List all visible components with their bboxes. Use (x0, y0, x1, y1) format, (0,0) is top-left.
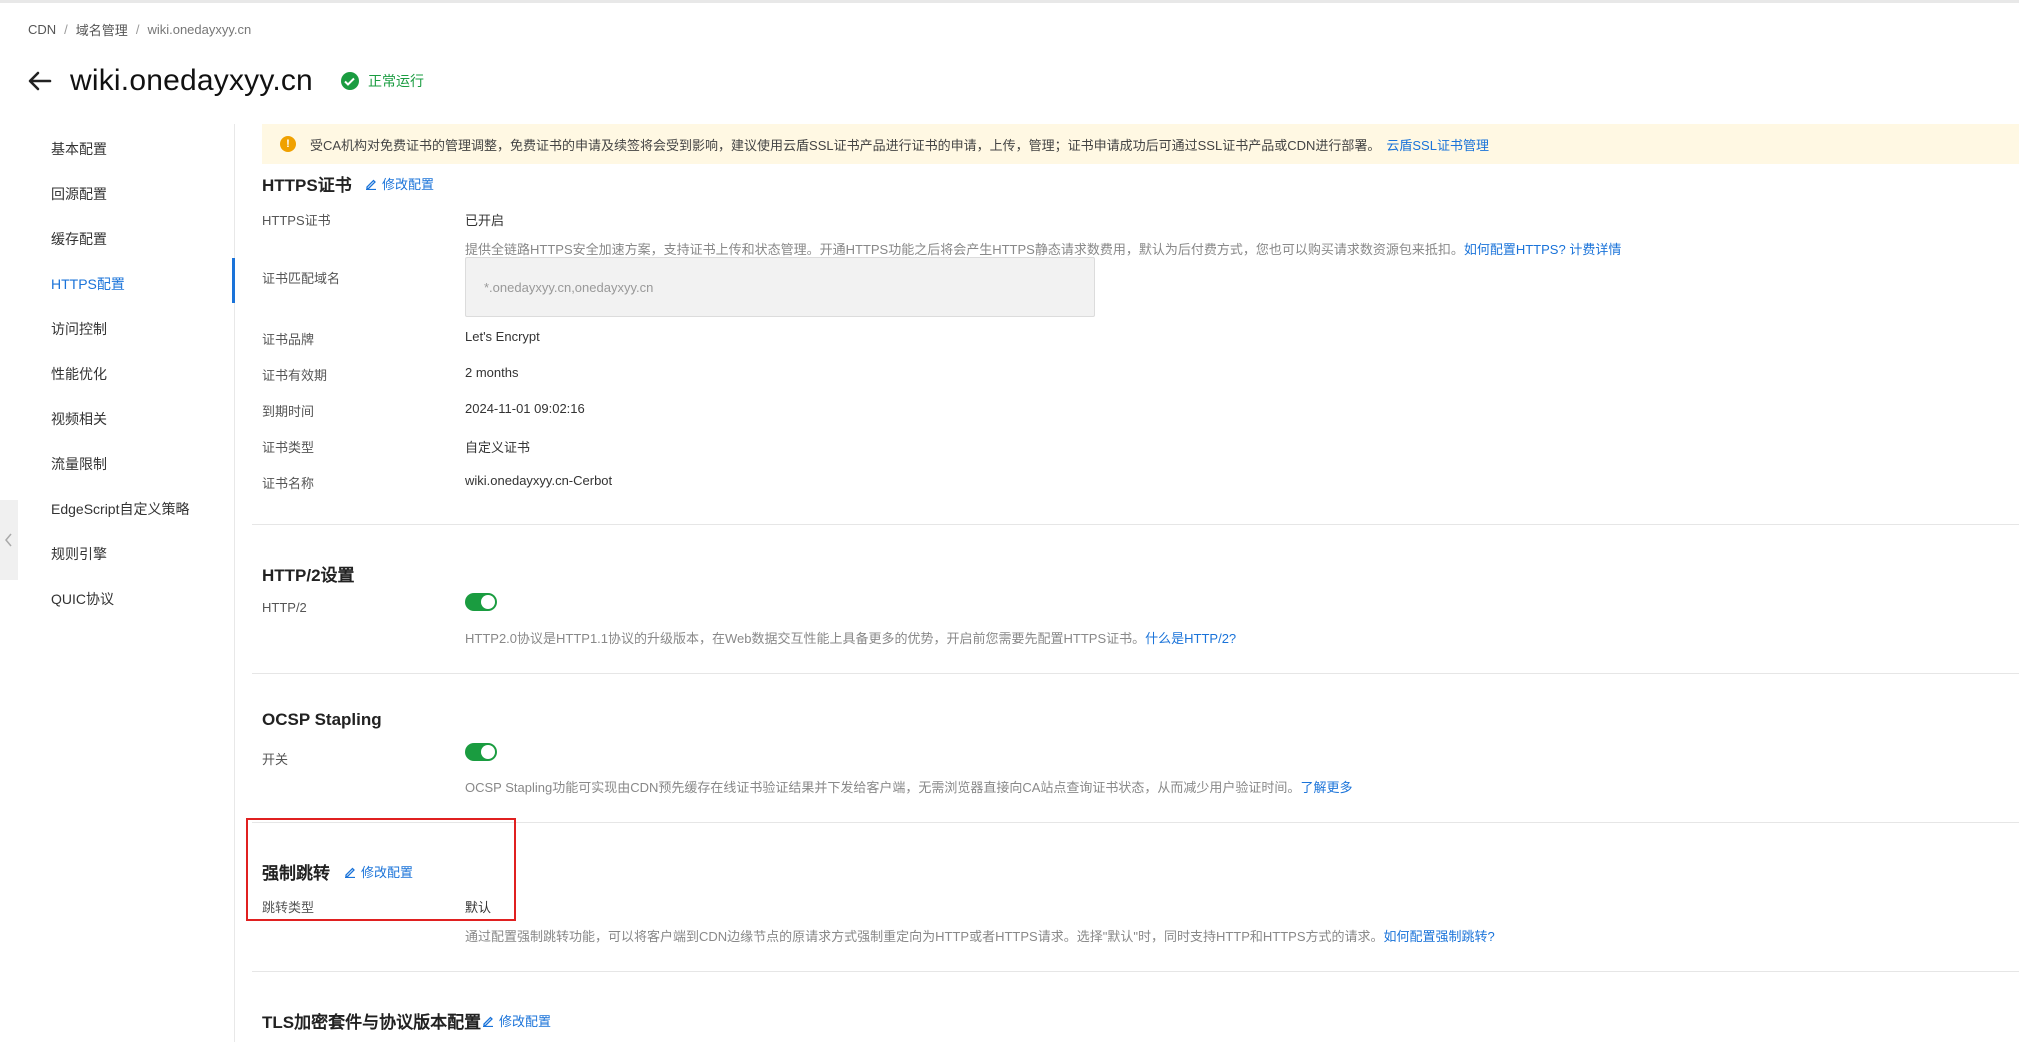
highlight-annotation-box (246, 818, 516, 921)
cert-type-label: 证书类型 (262, 440, 315, 455)
https-cert-description: 提供全链路HTTPS安全加速方案，支持证书上传和状态管理。开通HTTPS功能之后… (465, 239, 1621, 258)
cert-validity-label: 证书有效期 (262, 368, 328, 383)
sidebar-item-origin[interactable]: 回源配置 (51, 184, 107, 204)
check-circle-icon (340, 72, 359, 90)
https-cert-desc-text: 提供全链路HTTPS安全加速方案，支持证书上传和状态管理。开通HTTPS功能之后… (465, 242, 1464, 257)
https-cert-label: HTTPS证书 (262, 213, 331, 228)
https-edit-config-link[interactable]: 修改配置 (365, 174, 434, 193)
cert-brand-value: Let's Encrypt (465, 329, 540, 344)
ocsp-desc-text: OCSP Stapling功能可实现由CDN预先缓存在线证书验证结果并下发给客户… (465, 780, 1301, 795)
https-cert-value: 已开启 (465, 213, 505, 228)
section-divider (252, 524, 2019, 525)
cert-brand-label: 证书品牌 (262, 332, 315, 347)
sidebar-item-https[interactable]: HTTPS配置 (51, 274, 125, 294)
cert-domain-value: *.onedayxyy.cn,onedayxyy.cn (484, 279, 654, 295)
warning-icon: ! (280, 136, 296, 152)
what-is-http2-link[interactable]: 什么是HTTP/2? (1145, 631, 1236, 646)
sidebar-item-quic[interactable]: QUIC协议 (51, 589, 114, 609)
ocsp-section-title: OCSP Stapling (262, 710, 382, 729)
breadcrumb-separator: / (135, 22, 140, 37)
ocsp-description: OCSP Stapling功能可实现由CDN预先缓存在线证书验证结果并下发给客户… (465, 777, 1352, 796)
page-header: wiki.onedayxyy.cn 正常运行 (26, 64, 424, 98)
toggle-knob (481, 745, 495, 759)
redirect-description: 通过配置强制跳转功能，可以将客户端到CDN边缘节点的原请求方式强制重定向为HTT… (465, 926, 1495, 945)
http2-label: HTTP/2 (262, 600, 307, 615)
status-text: 正常运行 (367, 73, 424, 89)
cert-domain-field: *.onedayxyy.cn,onedayxyy.cn (465, 257, 1095, 317)
sidebar-item-rules-engine[interactable]: 规则引擎 (51, 544, 107, 564)
http2-toggle[interactable] (465, 593, 497, 611)
how-to-config-https-link[interactable]: 如何配置HTTPS? (1464, 242, 1566, 257)
collapse-sidebar-button[interactable] (0, 500, 18, 580)
status-badge: 正常运行 (340, 71, 424, 91)
billing-details-link[interactable]: 计费详情 (1569, 242, 1621, 257)
edit-icon (483, 1016, 493, 1027)
ocsp-switch-label: 开关 (262, 752, 289, 767)
redirect-desc-text: 通过配置强制跳转功能，可以将客户端到CDN边缘节点的原请求方式强制重定向为HTT… (465, 929, 1384, 944)
http2-section-title: HTTP/2设置 (262, 566, 355, 585)
back-arrow-icon[interactable] (26, 67, 54, 95)
toggle-knob (481, 595, 495, 609)
cert-type-value: 自定义证书 (465, 440, 531, 455)
sidebar-item-access-control[interactable]: 访问控制 (51, 319, 107, 339)
ocsp-toggle[interactable] (465, 743, 497, 761)
breadcrumb-current: wiki.onedayxyy.cn (147, 22, 252, 37)
sidebar: 基本配置 回源配置 缓存配置 HTTPS配置 访问控制 性能优化 视频相关 流量… (0, 124, 235, 1042)
cert-expire-value: 2024-11-01 09:02:16 (465, 401, 585, 416)
section-divider (252, 822, 2019, 823)
sidebar-item-basic[interactable]: 基本配置 (51, 139, 107, 159)
cert-name-label: 证书名称 (262, 476, 315, 491)
notice-text: 受CA机构对免费证书的管理调整，免费证书的申请及续签将会受到影响，建议使用云盾S… (310, 137, 1381, 153)
sidebar-item-video[interactable]: 视频相关 (51, 409, 107, 429)
section-divider (252, 673, 2019, 674)
edit-icon (366, 179, 376, 190)
edit-config-label: 修改配置 (382, 177, 435, 192)
breadcrumb: CDN / 域名管理 / wiki.onedayxyy.cn (28, 20, 251, 39)
how-to-config-redirect-link[interactable]: 如何配置强制跳转? (1384, 929, 1495, 944)
sidebar-item-traffic-limit[interactable]: 流量限制 (51, 454, 107, 474)
notice-banner: ! 受CA机构对免费证书的管理调整，免费证书的申请及续签将会受到影响，建议使用云… (262, 124, 2019, 164)
breadcrumb-separator: / (64, 22, 68, 37)
http2-description: HTTP2.0协议是HTTP1.1协议的升级版本，在Web数据交互性能上具备更多… (465, 628, 1236, 647)
sidebar-active-indicator (232, 258, 235, 303)
https-cert-section-title: HTTPS证书 (262, 176, 352, 195)
cert-validity-value: 2 months (465, 365, 519, 380)
section-divider (252, 971, 2019, 972)
breadcrumb-cdn[interactable]: CDN (28, 22, 56, 37)
cert-expire-label: 到期时间 (262, 404, 315, 419)
cert-name-value: wiki.onedayxyy.cn-Cerbot (465, 473, 613, 488)
edit-config-label: 修改配置 (499, 1014, 552, 1029)
sidebar-item-edgescript[interactable]: EdgeScript自定义策略 (51, 499, 189, 519)
breadcrumb-domain-management[interactable]: 域名管理 (76, 20, 128, 39)
learn-more-link[interactable]: 了解更多 (1300, 780, 1352, 795)
ssl-cert-management-link[interactable]: 云盾SSL证书管理 (1386, 135, 1489, 154)
tls-section-title: TLS加密套件与协议版本配置 (262, 1013, 482, 1032)
tls-edit-config-link[interactable]: 修改配置 (482, 1011, 551, 1030)
top-border (0, 0, 2019, 3)
sidebar-item-cache[interactable]: 缓存配置 (51, 229, 107, 249)
page-title: wiki.onedayxyy.cn (70, 64, 313, 97)
sidebar-item-performance[interactable]: 性能优化 (51, 364, 107, 384)
cert-domain-label: 证书匹配域名 (262, 271, 341, 286)
http2-desc-text: HTTP2.0协议是HTTP1.1协议的升级版本，在Web数据交互性能上具备更多… (465, 631, 1146, 646)
chevron-left-icon (5, 533, 12, 547)
